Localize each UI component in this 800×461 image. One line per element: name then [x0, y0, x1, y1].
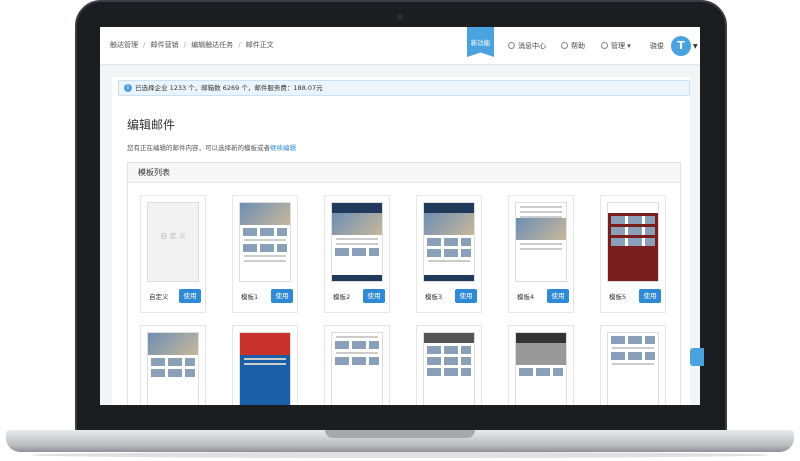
template-card[interactable]	[324, 325, 390, 405]
template-thumbnail	[423, 332, 475, 405]
template-card[interactable]	[232, 325, 298, 405]
use-button[interactable]: 使用	[179, 289, 201, 303]
template-card[interactable]: 自 定 义 自定义 使用	[140, 195, 206, 313]
template-label: 模板5	[609, 293, 627, 301]
info-icon: i	[124, 84, 132, 92]
template-thumbnail	[607, 202, 659, 282]
manage-menu[interactable]: 管理 ▾	[601, 41, 631, 51]
template-thumbnail	[423, 202, 475, 282]
template-thumbnail: 自 定 义	[147, 202, 199, 282]
desc-text: 您有正在编辑的邮件内容，可以选择新的模板或者	[127, 144, 270, 152]
template-card[interactable]: 模板1 使用	[232, 195, 298, 313]
page-title: 编辑邮件	[127, 118, 176, 132]
laptop-notch	[325, 430, 475, 438]
top-bar: 触达管理 / 邮件营销 / 编辑触达任务 / 邮件正文 新功能 消息中心 帮助 管理 …	[100, 27, 700, 65]
template-card[interactable]: 模板2 使用	[324, 195, 390, 313]
template-card[interactable]: 模板4 使用	[508, 195, 574, 313]
template-thumbnail	[147, 332, 199, 405]
manage-label: 管理	[611, 42, 625, 50]
panel-title: 模板列表	[128, 163, 680, 183]
template-thumbnail	[331, 332, 383, 405]
gear-icon	[601, 42, 608, 49]
breadcrumb: 触达管理 / 邮件营销 / 编辑触达任务 / 邮件正文	[110, 41, 274, 49]
template-label: 模板2	[333, 293, 351, 301]
avatar[interactable]: T	[671, 36, 691, 56]
template-thumbnail	[607, 332, 659, 405]
template-label: 模板3	[425, 293, 443, 301]
breadcrumb-item[interactable]: 邮件营销	[151, 41, 179, 49]
phone-icon	[508, 42, 515, 49]
info-alert: i 已选择企业 1233 个，邮箱数 6269 个，邮件服务费：188.07元	[118, 80, 690, 96]
chevron-down-icon[interactable]: ▼	[693, 43, 698, 50]
template-label: 自定义	[149, 293, 169, 301]
alert-text: 已选择企业 1233 个，邮箱数 6269 个，邮件服务费：188.07元	[135, 84, 323, 92]
template-card[interactable]	[508, 325, 574, 405]
messages-label: 消息中心	[518, 42, 546, 50]
template-card[interactable]	[140, 325, 206, 405]
breadcrumb-item[interactable]: 编辑触达任务	[191, 41, 233, 49]
side-float-button[interactable]	[690, 348, 704, 366]
use-button[interactable]: 使用	[271, 289, 293, 303]
template-thumbnail	[239, 332, 291, 405]
template-thumbnail	[239, 202, 291, 282]
page-description: 您有正在编辑的邮件内容，可以选择新的模板或者继续编辑	[127, 142, 296, 152]
laptop-frame: 触达管理 / 邮件营销 / 编辑触达任务 / 邮件正文 新功能 消息中心 帮助 管理 …	[0, 0, 800, 461]
use-button[interactable]: 使用	[363, 289, 385, 303]
laptop-shadow	[30, 452, 770, 458]
breadcrumb-item: 邮件正文	[245, 41, 274, 49]
screen: 触达管理 / 邮件营销 / 编辑触达任务 / 邮件正文 新功能 消息中心 帮助 管理 …	[100, 27, 700, 405]
template-card[interactable]: 模板5 使用	[600, 195, 666, 313]
template-label: 模板1	[241, 293, 259, 301]
use-button[interactable]: 使用	[455, 289, 477, 303]
use-button[interactable]: 使用	[547, 289, 569, 303]
template-thumbnail	[515, 202, 567, 282]
breadcrumb-item[interactable]: 触达管理	[110, 41, 138, 49]
camera	[397, 14, 403, 20]
help-link[interactable]: 帮助	[561, 41, 585, 51]
template-thumbnail	[515, 332, 567, 405]
template-label: 模板4	[517, 293, 535, 301]
new-feature-badge[interactable]: 新功能	[467, 27, 494, 57]
template-card[interactable]	[416, 325, 482, 405]
help-icon	[561, 42, 568, 49]
continue-edit-link[interactable]: 继续编辑	[270, 144, 296, 152]
template-card[interactable]: 模板3 使用	[416, 195, 482, 313]
template-panel: 模板列表 自 定 义 自定义 使用 模板1 使用 模板2 使用 模板3 使用 模…	[127, 162, 681, 405]
messages-link[interactable]: 消息中心	[508, 41, 546, 51]
template-thumbnail	[331, 202, 383, 282]
help-label: 帮助	[571, 42, 585, 50]
use-button[interactable]: 使用	[639, 289, 661, 303]
template-card[interactable]	[600, 325, 666, 405]
user-name[interactable]: 骁俊	[650, 41, 664, 51]
